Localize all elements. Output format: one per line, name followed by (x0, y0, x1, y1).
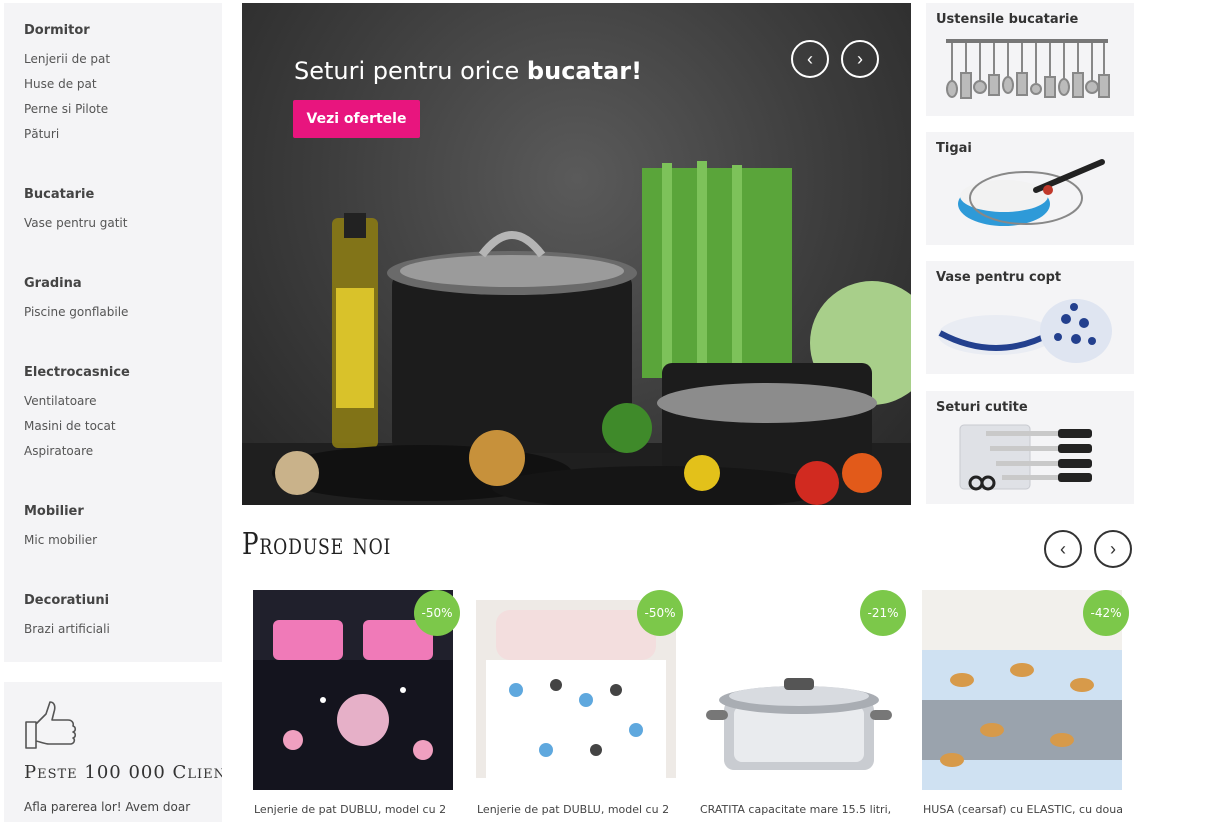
category-title[interactable]: Gradina (24, 276, 128, 291)
tile-knife-sets[interactable]: Seturi cutite (926, 391, 1134, 504)
product-card[interactable]: -21% CRATITA capacitate mare 15.5 litri, (694, 590, 914, 816)
tile-frying-pans[interactable]: Tigai (926, 132, 1134, 245)
testimonial-text: Afla parerea lor! Avem doar (24, 800, 191, 814)
product-card[interactable]: -50% Lenjerie de pat DUBLU, model cu 2 (248, 590, 468, 816)
product-image (706, 678, 892, 770)
tile-label: Tigai (936, 141, 972, 156)
category-link[interactable]: Perne si Pilote (24, 97, 110, 122)
category-link[interactable]: Pături (24, 122, 110, 147)
category-decoratiuni: Decoratiuni Brazi artificiali (24, 593, 110, 642)
chevron-left-icon: ‹ (1060, 539, 1066, 559)
category-link[interactable]: Brazi artificiali (24, 617, 110, 642)
category-sidebar: Dormitor Lenjerii de pat Huse de pat Per… (4, 3, 222, 662)
view-offers-button[interactable]: Vezi ofertele (293, 100, 420, 138)
category-gradina: Gradina Piscine gonflabile (24, 276, 128, 325)
product-name[interactable]: Lenjerie de pat DUBLU, model cu 2 (477, 803, 669, 816)
products-next-button[interactable]: › (1094, 530, 1132, 568)
category-title[interactable]: Electrocasnice (24, 365, 130, 380)
tile-kitchen-utensils[interactable]: Ustensile bucatarie (926, 3, 1134, 116)
category-title[interactable]: Bucatarie (24, 187, 127, 202)
category-title[interactable]: Mobilier (24, 504, 97, 519)
category-link[interactable]: Piscine gonflabile (24, 300, 128, 325)
product-card[interactable]: -50% Lenjerie de pat DUBLU, model cu 2 (471, 590, 691, 816)
hero-banner[interactable]: Seturi pentru orice bucatar! Vezi oferte… (242, 3, 911, 505)
hero-prev-button[interactable]: ‹ (791, 40, 829, 78)
chevron-right-icon: › (857, 49, 863, 69)
new-products-title: Produse noi (242, 527, 392, 562)
tile-label: Vase pentru copt (936, 270, 1062, 285)
category-electrocasnice: Electrocasnice Ventilatoare Masini de to… (24, 365, 130, 464)
category-link[interactable]: Aspiratoare (24, 439, 130, 464)
discount-badge: -50% (637, 590, 683, 636)
category-link[interactable]: Ventilatoare (24, 389, 130, 414)
category-title[interactable]: Dormitor (24, 23, 110, 38)
category-mobilier: Mobilier Mic mobilier (24, 504, 97, 553)
category-link[interactable]: Vase pentru gatit (24, 211, 127, 236)
testimonial-panel: Peste 100 000 Clienți Afla parerea lor! … (4, 682, 222, 822)
category-dormitor: Dormitor Lenjerii de pat Huse de pat Per… (24, 23, 110, 147)
testimonial-title: Peste 100 000 Clienți (24, 762, 222, 783)
product-name[interactable]: CRATITA capacitate mare 15.5 litri, (700, 803, 891, 816)
product-name[interactable]: HUSA (cearsaf) cu ELASTIC, cu doua (923, 803, 1123, 816)
category-link[interactable]: Masini de tocat (24, 414, 130, 439)
category-link[interactable]: Mic mobilier (24, 528, 97, 553)
hero-next-button[interactable]: › (841, 40, 879, 78)
chevron-left-icon: ‹ (807, 49, 813, 69)
discount-badge: -42% (1083, 590, 1129, 636)
product-card[interactable]: -42% HUSA (cearsaf) cu ELASTIC, cu doua (917, 590, 1137, 816)
tile-label: Ustensile bucatarie (936, 12, 1079, 27)
category-link[interactable]: Huse de pat (24, 72, 110, 97)
thumbs-up-icon (25, 701, 77, 749)
products-prev-button[interactable]: ‹ (1044, 530, 1082, 568)
category-bucatarie: Bucatarie Vase pentru gatit (24, 187, 127, 236)
tile-baking-dishes[interactable]: Vase pentru copt (926, 261, 1134, 374)
category-link[interactable]: Lenjerii de pat (24, 47, 110, 72)
tile-label: Seturi cutite (936, 400, 1028, 415)
chevron-right-icon: › (1110, 539, 1116, 559)
hero-headline: Seturi pentru orice bucatar! (294, 57, 643, 85)
product-name[interactable]: Lenjerie de pat DUBLU, model cu 2 (254, 803, 446, 816)
discount-badge: -21% (860, 590, 906, 636)
category-title[interactable]: Decoratiuni (24, 593, 110, 608)
discount-badge: -50% (414, 590, 460, 636)
